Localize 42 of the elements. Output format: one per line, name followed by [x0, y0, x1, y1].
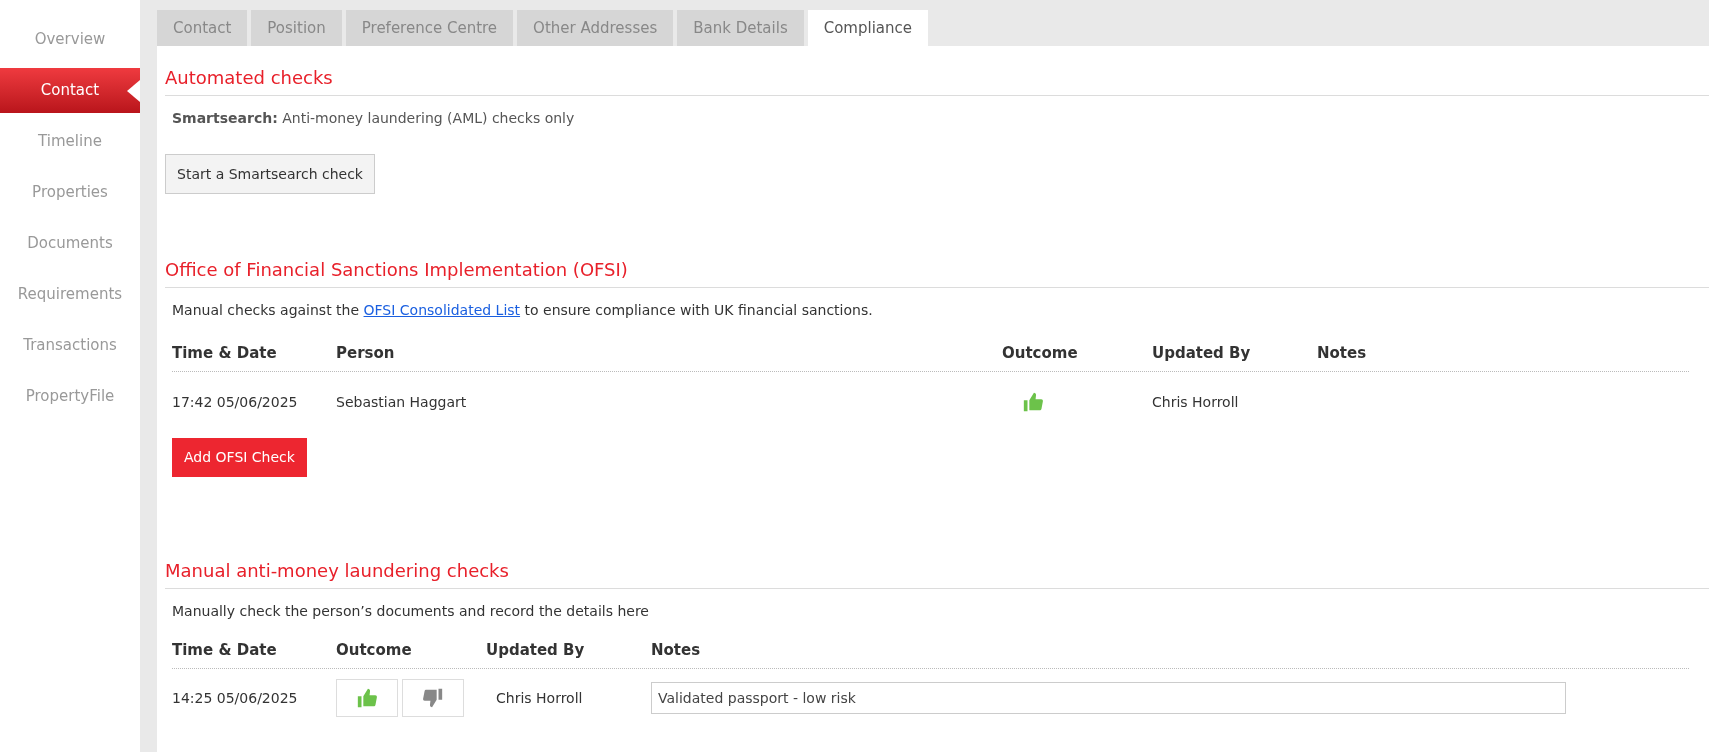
tab[interactable]: Other Addresses: [517, 10, 674, 46]
column-header: Outcome: [1002, 344, 1078, 362]
column-header: Notes: [651, 641, 701, 659]
table-cell: Chris Horroll: [1152, 393, 1239, 410]
description-text: Manual checks against the OFSI Consolidated List to ensure compliance with UK financial sanctions.: [171, 301, 874, 320]
tab[interactable]: Compliance: [807, 10, 928, 46]
tab[interactable]: Bank Details: [677, 10, 804, 46]
table-cell: Chris Horroll: [496, 689, 583, 706]
sidebar-item[interactable]: Contact: [0, 68, 140, 113]
ofsi-list-link[interactable]: OFSI Consolidated List: [363, 302, 521, 318]
column-header: Notes: [1317, 344, 1367, 362]
tab[interactable]: Contact: [157, 10, 248, 46]
sidebar-item[interactable]: Overview: [0, 17, 140, 62]
reject-button[interactable]: [402, 679, 464, 717]
section-heading: Manual anti-money laundering checks: [165, 559, 510, 583]
approve-button[interactable]: [336, 679, 398, 717]
start-check-button[interactable]: Start a Smartsearch check: [165, 154, 375, 194]
thumbs-down-icon: [422, 687, 444, 709]
column-header: Time & Date: [172, 344, 277, 362]
column-header: Time & Date: [172, 641, 277, 659]
thumbs-up-icon: [356, 687, 378, 709]
column-header: Person: [336, 344, 395, 362]
table-cell: 17:42 05/06/2025: [172, 393, 298, 410]
sidebar-item[interactable]: Transactions: [0, 323, 140, 368]
tab[interactable]: Preference Centre: [345, 10, 514, 46]
sidebar-item[interactable]: Requirements: [0, 272, 140, 317]
sidebar-item[interactable]: PropertyFile: [0, 374, 140, 419]
section-heading: Office of Financial Sanctions Implementation (OFSI): [165, 258, 629, 282]
sidebar-item[interactable]: Properties: [0, 170, 140, 215]
tab[interactable]: Position: [251, 10, 342, 46]
add-ofsi-check-button[interactable]: Add OFSI Check: [172, 438, 307, 477]
column-header: Updated By: [1152, 344, 1251, 362]
table-cell: 14:25 05/06/2025: [172, 689, 298, 706]
notes-field[interactable]: Validated passport - low risk: [651, 682, 1566, 714]
sidebar-item[interactable]: Documents: [0, 221, 140, 266]
description-text: Manually check the person’s documents and record the details here: [171, 602, 650, 621]
description-text: Smartsearch: Anti-money laundering (AML) checks only: [171, 109, 576, 128]
table-cell: Sebastian Haggart: [336, 393, 467, 410]
column-header: Updated By: [486, 641, 585, 659]
column-header: Outcome: [336, 641, 412, 659]
sidebar-item[interactable]: Timeline: [0, 119, 140, 164]
section-heading: Automated checks: [165, 66, 334, 90]
